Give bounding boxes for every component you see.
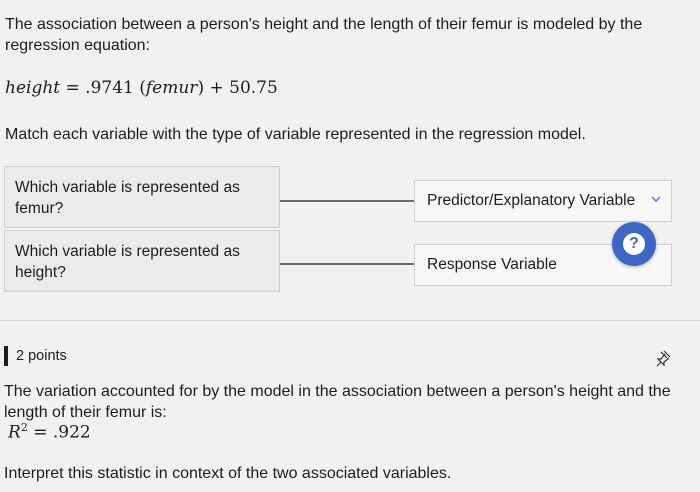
question1-intro: The association between a person's heigh…: [5, 16, 643, 54]
matching-area: Which variable is represented as femur? …: [0, 166, 700, 296]
r-squared-number: .922: [52, 422, 91, 443]
prompt-femur: Which variable is represented as femur?: [4, 166, 280, 228]
equation-lhs: height: [5, 78, 61, 98]
r-squared-value: R2 = .922: [8, 421, 91, 443]
points-label: 2 points: [16, 348, 67, 364]
interpret-prompt: Interpret this statistic in context of t…: [4, 465, 452, 482]
question2-text: The variation accounted for by the model…: [4, 383, 671, 421]
prompt-height: Which variable is represented as height?: [4, 230, 280, 292]
help-button[interactable]: ?: [612, 222, 656, 266]
answer-dropdown-predictor[interactable]: Predictor/Explanatory Variable: [414, 180, 672, 222]
pin-icon[interactable]: [655, 350, 673, 368]
match-connector: [280, 263, 416, 265]
equation-variable: femur: [145, 78, 198, 98]
chevron-down-icon: [651, 196, 661, 202]
equation-coefficient: .9741: [85, 78, 134, 98]
equation-constant: 50.75: [229, 78, 278, 98]
question-mark-icon: ?: [623, 233, 645, 255]
match-connector: [280, 200, 416, 202]
regression-equation: height = .9741 (femur) + 50.75: [5, 78, 278, 98]
match-instruction: Match each variable with the type of var…: [5, 126, 586, 143]
answer-label: Predictor/Explanatory Variable: [427, 192, 636, 209]
points-marker: [4, 346, 8, 366]
section-divider: [0, 320, 700, 321]
answer-label: Response Variable: [427, 256, 557, 273]
